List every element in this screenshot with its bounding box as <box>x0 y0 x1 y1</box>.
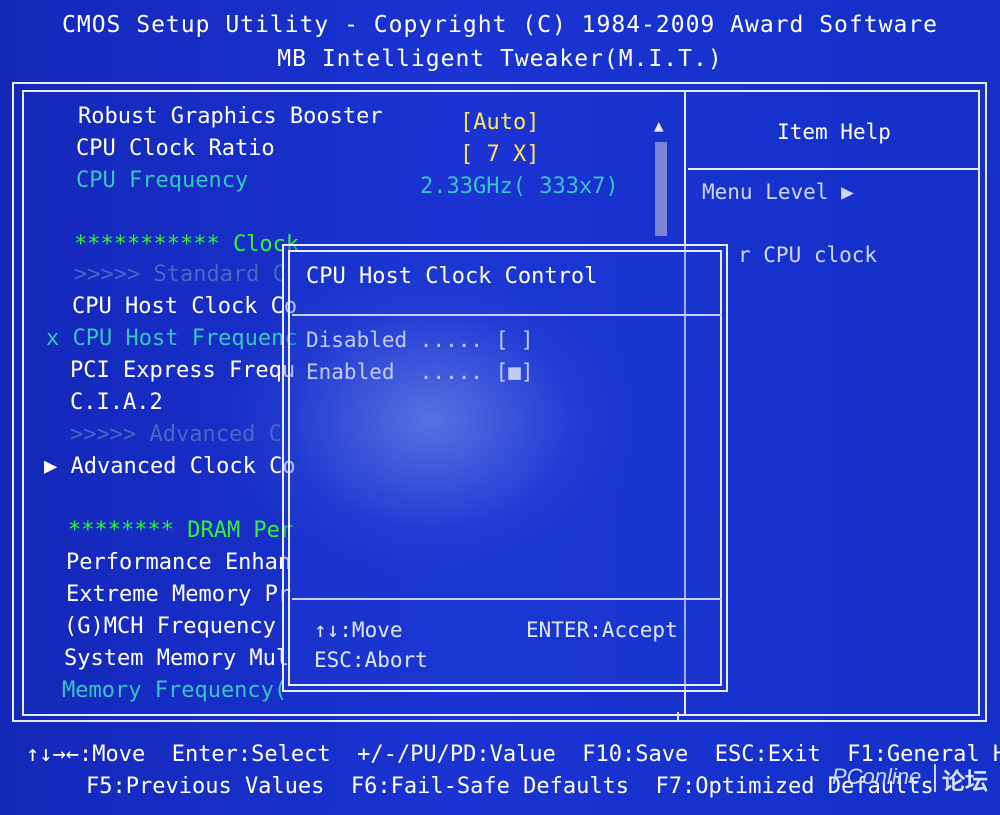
watermark-brand: PConline <box>832 764 922 789</box>
setting-cpu-frequency-value: 2.33GHz( 333x7) <box>420 174 619 199</box>
setting-cpu-frequency: CPU Frequency <box>76 168 249 193</box>
section-clock-header: *********** Clock <box>74 232 300 257</box>
option-disabled[interactable]: Disabled ..... [ ] <box>306 328 534 352</box>
section-advanced-clock: >>>>> Advanced C <box>70 422 282 447</box>
setting-performance-enhance[interactable]: Performance Enhan <box>66 550 291 575</box>
setting-cpu-host-clock-control[interactable]: CPU Host Clock Co <box>72 294 297 319</box>
section-standard-clock: >>>>> Standard C <box>74 262 286 287</box>
setting-robust-graphics-booster-value[interactable]: [Auto] <box>460 110 539 135</box>
watermark-forum: 论坛 <box>942 768 988 794</box>
dialog-divider-bottom <box>292 598 722 600</box>
help-menu-level: Menu Level ▶ <box>702 180 854 204</box>
setting-cia2[interactable]: C.I.A.2 <box>70 390 163 415</box>
utility-title: CMOS Setup Utility - Copyright (C) 1984-… <box>62 12 938 38</box>
setting-extreme-memory-profile[interactable]: Extreme Memory Pr <box>66 582 291 607</box>
page-title: MB Intelligent Tweaker(M.I.T.) <box>277 46 723 72</box>
setting-cpu-clock-ratio[interactable]: CPU Clock Ratio <box>76 136 275 161</box>
help-description: r CPU clock <box>738 243 878 267</box>
setting-gmch-frequency[interactable]: (G)MCH Frequency <box>64 614 276 639</box>
submenu-advanced-clock-control[interactable]: ▶ Advanced Clock Co <box>44 454 296 479</box>
footer-keys-line2: F5:Previous Values F6:Fail-Safe Defaults… <box>86 774 934 799</box>
scrollbar[interactable] <box>655 142 667 236</box>
frame-tick <box>677 712 679 722</box>
setting-robust-graphics-booster[interactable]: Robust Graphics Booster <box>78 104 383 129</box>
item-help-title: Item Help <box>777 120 891 144</box>
setting-cpu-clock-ratio-value[interactable]: [ 7 X] <box>460 142 539 167</box>
scroll-up-arrow-icon[interactable]: ▲ <box>654 116 664 135</box>
dialog-divider-top <box>292 314 722 316</box>
setting-memory-frequency: Memory Frequency( <box>62 678 288 703</box>
dialog-title: CPU Host Clock Control <box>306 264 598 289</box>
setting-system-memory-multiplier[interactable]: System Memory Mul <box>64 646 289 671</box>
section-dram-performance: ******** DRAM Per <box>68 518 294 543</box>
dialog-key-accept: ENTER:Accept <box>526 618 678 642</box>
watermark-divider <box>934 764 936 792</box>
option-enabled[interactable]: Enabled ..... [■] <box>306 360 534 384</box>
dialog-key-move: ↑↓:Move <box>314 618 403 642</box>
dialog-key-abort: ESC:Abort <box>314 648 428 672</box>
setting-pci-express-frequency[interactable]: PCI Express Frequ <box>70 358 295 383</box>
setting-cpu-host-frequency: x CPU Host Frequenc <box>46 326 298 351</box>
